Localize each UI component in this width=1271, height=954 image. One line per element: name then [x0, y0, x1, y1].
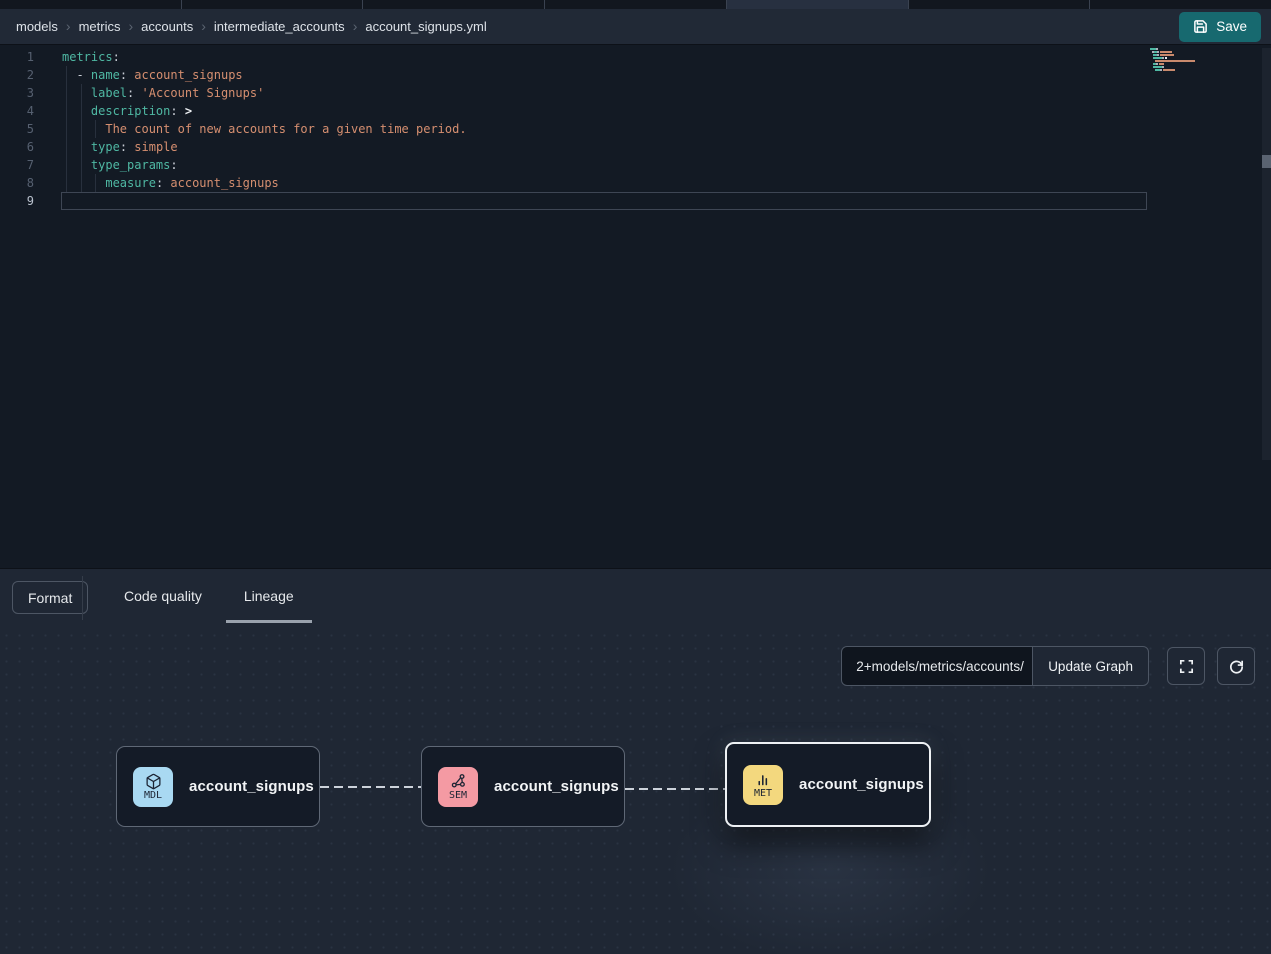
line-number: 3 — [0, 84, 34, 102]
breadcrumb-item: account_signups.yml — [365, 19, 486, 34]
update-graph-button[interactable]: Update Graph — [1032, 646, 1149, 686]
save-label: Save — [1216, 19, 1247, 34]
fullscreen-icon — [1178, 658, 1195, 675]
code-line[interactable]: 5 The count of new accounts for a given … — [0, 120, 1271, 138]
minimap-line — [1150, 51, 1250, 53]
line-number: 2 — [0, 66, 34, 84]
indent-guide — [81, 84, 82, 192]
file-tab[interactable] — [1090, 0, 1271, 9]
minimap-line — [1150, 54, 1250, 56]
indent-guide — [95, 120, 96, 138]
code-text: type_params: — [62, 156, 178, 174]
code-text: - name: account_signups — [62, 66, 243, 84]
lineage-edge — [320, 786, 421, 788]
lineage-canvas[interactable]: MDL account_signups SEM account_signups MET a… — [0, 629, 1271, 954]
node-badge-met: MET — [743, 765, 783, 805]
minimap-line — [1150, 57, 1250, 59]
lineage-controls: Update Graph — [841, 646, 1255, 686]
minimap-line — [1150, 60, 1250, 62]
line-number: 6 — [0, 138, 34, 156]
selector-input[interactable] — [841, 646, 1033, 686]
file-tab[interactable] — [545, 0, 727, 9]
bar-chart-icon — [755, 771, 772, 789]
minimap-line — [1150, 66, 1250, 68]
code-line[interactable]: 2 - name: account_signups — [0, 66, 1271, 84]
chevron-right-icon: › — [353, 19, 358, 33]
lineage-node-sem[interactable]: SEM account_signups — [421, 746, 625, 827]
node-badge-sem: SEM — [438, 767, 478, 807]
code-text: type: simple — [62, 138, 178, 156]
save-button[interactable]: Save — [1179, 12, 1261, 42]
ide-root: models › metrics › accounts › intermediate_acc… — [0, 0, 1271, 954]
format-button[interactable]: Format — [12, 581, 88, 614]
breadcrumb-bar: models › metrics › accounts › intermediate_acc… — [0, 9, 1271, 45]
file-tab[interactable] — [182, 0, 364, 9]
code-line[interactable]: 6 type: simple — [0, 138, 1271, 156]
divider — [82, 576, 83, 620]
code-line[interactable]: 3 label: 'Account Signups' — [0, 84, 1271, 102]
code-line[interactable]: 9 — [0, 192, 1271, 210]
code-line[interactable]: 7 type_params: — [0, 156, 1271, 174]
code-editor[interactable]: 1metrics:2 - name: account_signups3 labe… — [0, 45, 1271, 568]
bottom-panel: Format Code qualityLineage MDL account_si… — [0, 568, 1271, 954]
minimap-line — [1150, 69, 1250, 71]
line-number: 1 — [0, 48, 34, 66]
line-number: 9 — [0, 192, 34, 210]
code-line[interactable]: 4 description: > — [0, 102, 1271, 120]
code-line[interactable]: 1 metrics: — [0, 48, 1271, 66]
line-number: 7 — [0, 156, 34, 174]
lineage-node-met[interactable]: MET account_signups — [725, 742, 931, 827]
file-tab[interactable] — [909, 0, 1091, 9]
breadcrumb-item[interactable]: metrics — [79, 19, 121, 34]
save-icon — [1193, 19, 1208, 34]
node-label: account_signups — [799, 776, 924, 793]
lineage-node-mdl[interactable]: MDL account_signups — [116, 746, 320, 827]
chevron-right-icon: › — [128, 19, 133, 33]
selector-group: Update Graph — [841, 646, 1149, 686]
scrollbar[interactable] — [1262, 48, 1271, 460]
tab-code-quality[interactable]: Code quality — [106, 569, 220, 623]
node-badge-mdl: MDL — [133, 767, 173, 807]
refresh-icon — [1228, 658, 1245, 675]
code-text: label: 'Account Signups' — [62, 84, 264, 102]
indent-guide — [95, 174, 96, 192]
code-line[interactable]: 8 measure: account_signups — [0, 174, 1271, 192]
minimap-line — [1150, 48, 1250, 50]
node-label: account_signups — [494, 778, 619, 795]
lineage-edge — [625, 788, 727, 790]
file-tab-strip — [0, 0, 1271, 9]
cube-icon — [145, 773, 162, 791]
line-number: 4 — [0, 102, 34, 120]
minimap[interactable] — [1150, 48, 1250, 75]
minimap-line — [1150, 63, 1250, 65]
minimap-line — [1150, 72, 1250, 74]
network-icon — [450, 773, 467, 791]
breadcrumb: models › metrics › accounts › intermediate_acc… — [16, 19, 1179, 34]
code-text: The count of new accounts for a given ti… — [62, 120, 467, 138]
node-type-label: SEM — [449, 791, 467, 801]
file-tab[interactable] — [0, 0, 182, 9]
fullscreen-button[interactable] — [1167, 647, 1205, 685]
node-label: account_signups — [189, 778, 314, 795]
breadcrumb-item[interactable]: models — [16, 19, 58, 34]
panel-header: Format Code qualityLineage — [0, 569, 1271, 626]
file-tab[interactable] — [727, 0, 909, 9]
node-type-label: MDL — [144, 791, 162, 801]
panel-tabs: Code qualityLineage — [103, 569, 315, 626]
indent-guide — [66, 66, 67, 192]
refresh-button[interactable] — [1217, 647, 1255, 685]
chevron-right-icon: › — [201, 19, 206, 33]
node-type-label: MET — [754, 789, 772, 799]
breadcrumb-item[interactable]: intermediate_accounts — [214, 19, 345, 34]
breadcrumb-item[interactable]: accounts — [141, 19, 193, 34]
scrollbar-thumb[interactable] — [1262, 155, 1271, 168]
chevron-right-icon: › — [66, 19, 71, 33]
line-number: 5 — [0, 120, 34, 138]
tab-lineage[interactable]: Lineage — [226, 569, 312, 623]
line-number: 8 — [0, 174, 34, 192]
file-tab[interactable] — [363, 0, 545, 9]
code-text: metrics: — [62, 48, 120, 66]
